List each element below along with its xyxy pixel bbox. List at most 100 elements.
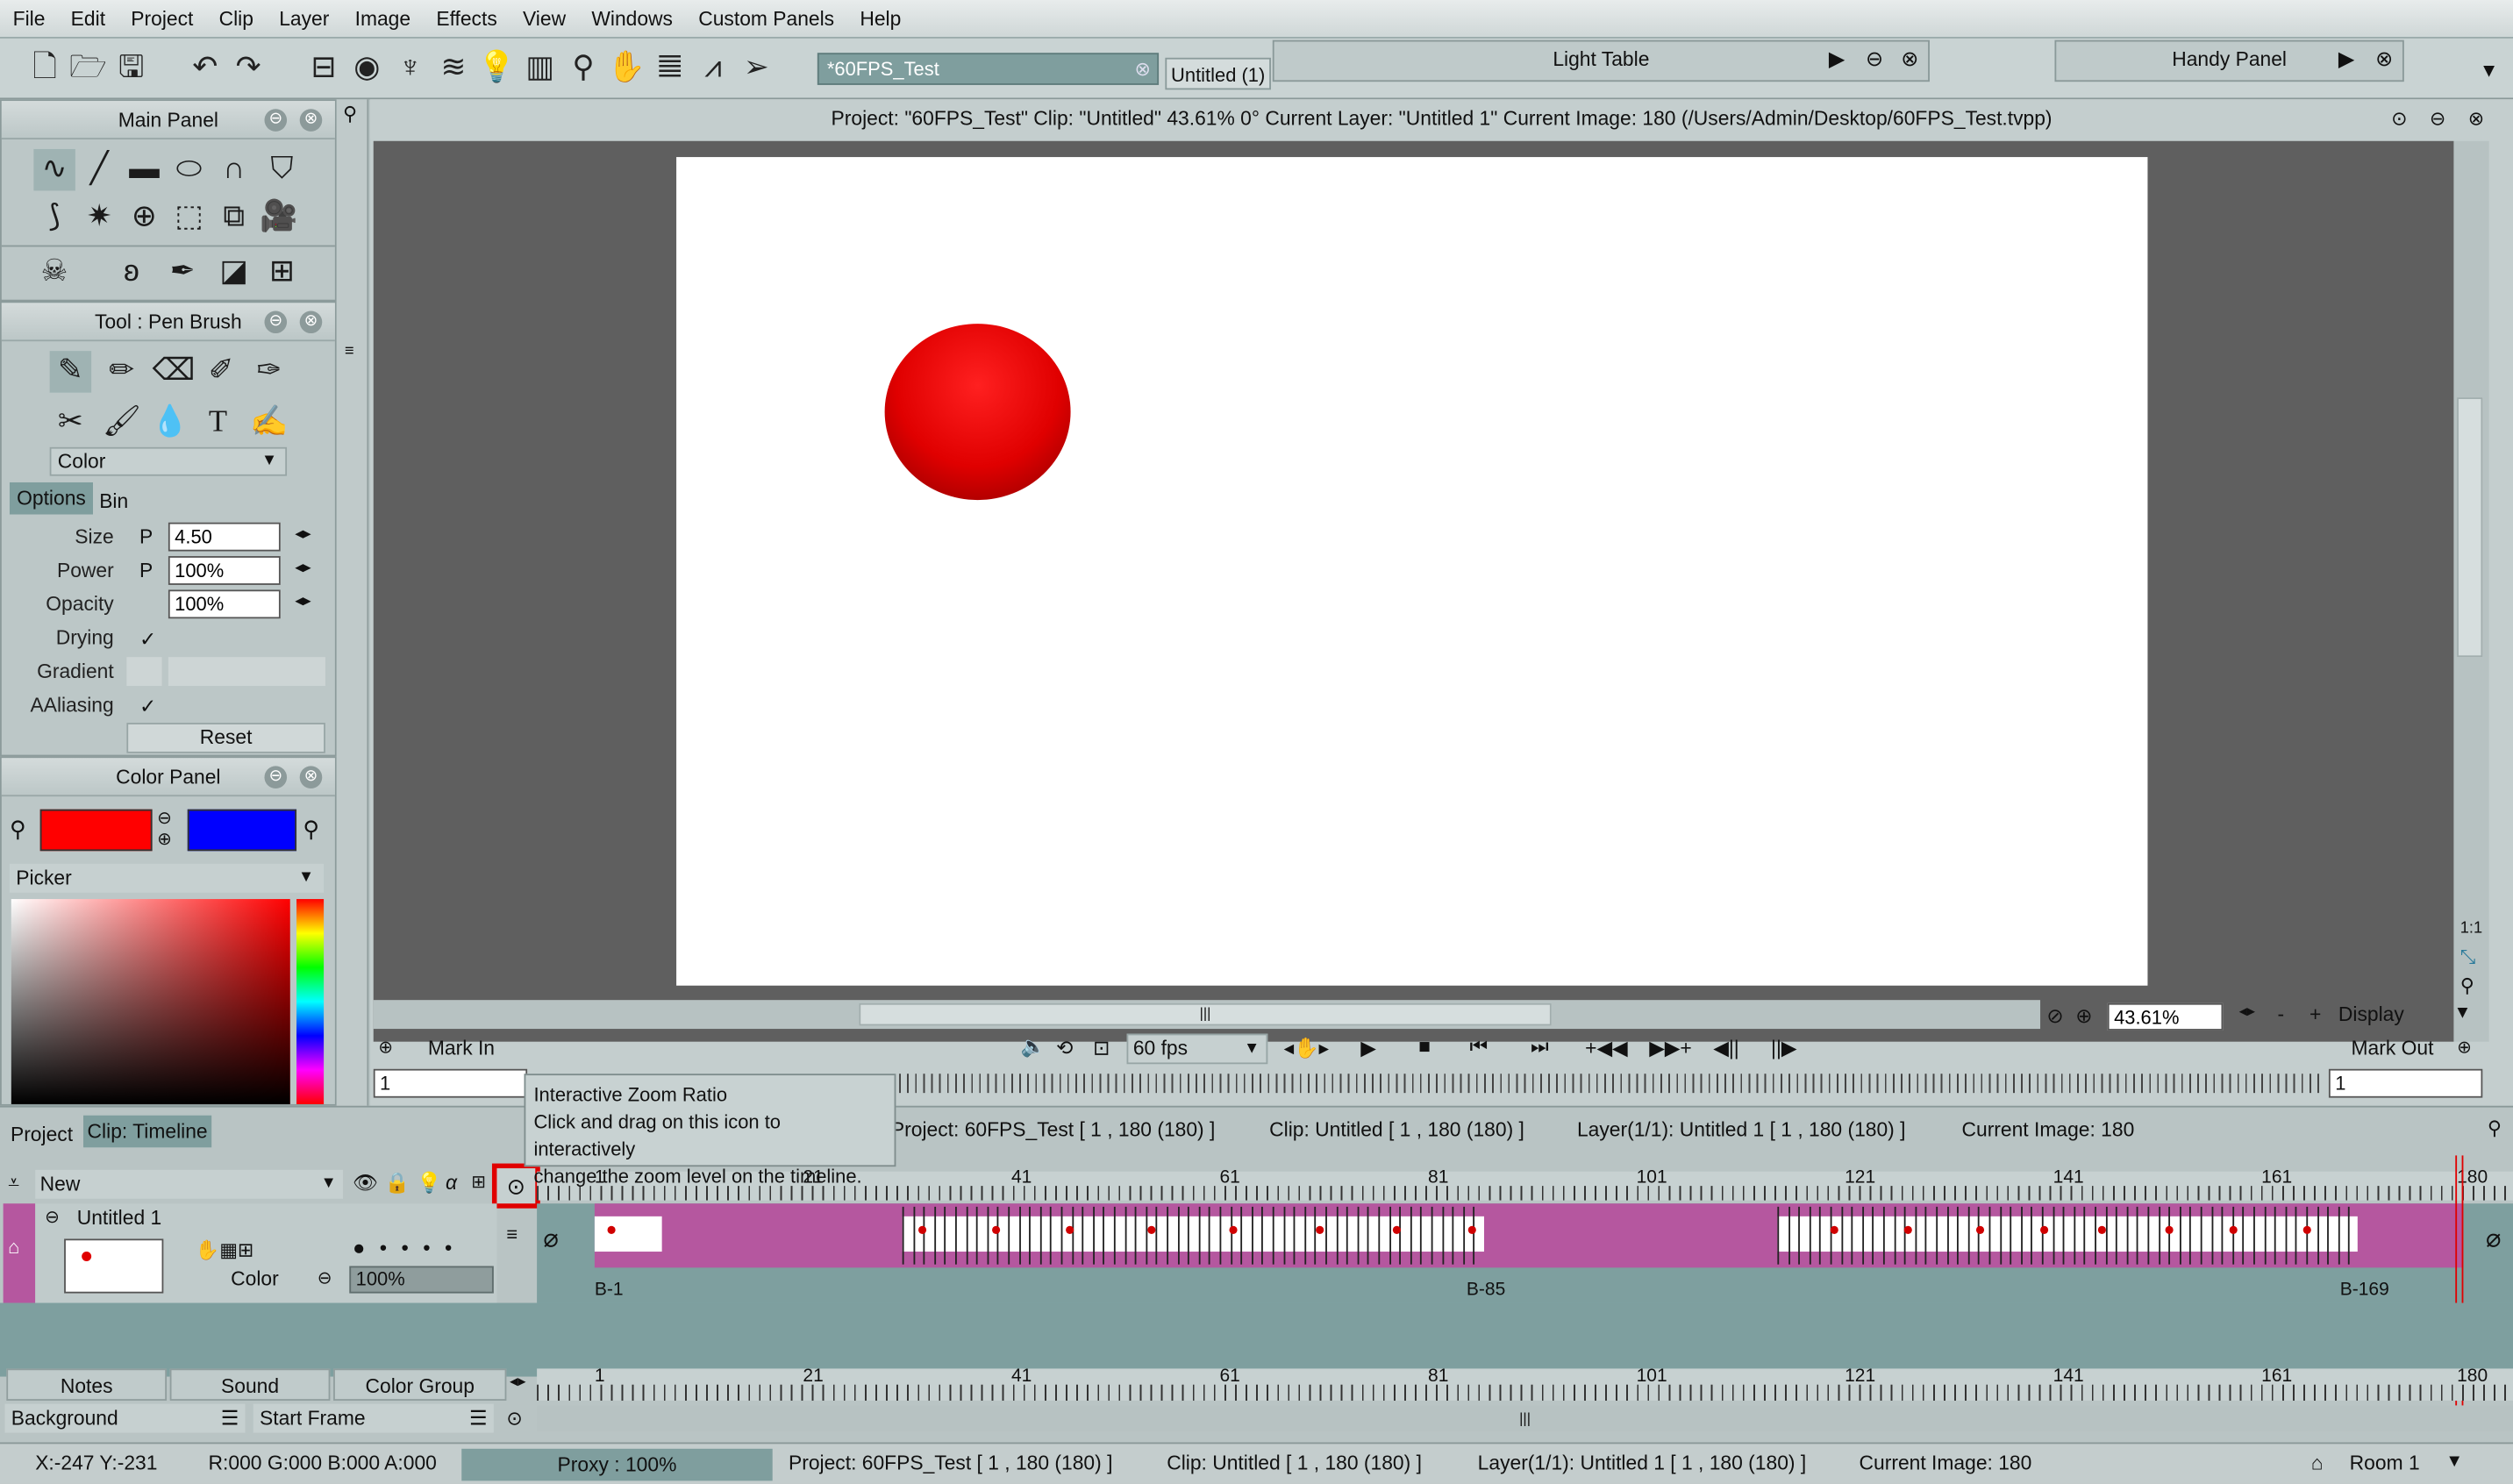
smudge-icon[interactable]: ✂: [50, 403, 92, 445]
layer-track[interactable]: [594, 1203, 2464, 1268]
chevron-down-icon[interactable]: ▼: [2445, 1452, 2463, 1471]
transform-icon[interactable]: ⧉: [213, 197, 255, 239]
menu-image[interactable]: Image: [342, 0, 424, 38]
close-icon[interactable]: ⊗: [2375, 42, 2393, 77]
opacity-input[interactable]: [168, 589, 281, 619]
color-gradient-picker[interactable]: [11, 899, 290, 1104]
crosshair-icon[interactable]: ⊕: [124, 197, 166, 239]
proxy-indicator[interactable]: Proxy : 100%: [461, 1448, 773, 1481]
water-drop-icon[interactable]: 💧: [149, 403, 191, 445]
empty-icon[interactable]: ⌀: [2486, 1223, 2502, 1255]
mark-out-icon[interactable]: ⊕: [2457, 1037, 2472, 1058]
mark-in-field[interactable]: 1: [373, 1068, 528, 1098]
layers-icon[interactable]: ≋: [434, 48, 473, 90]
menu-custom-panels[interactable]: Custom Panels: [686, 0, 847, 38]
fill-icon[interactable]: ⛉: [261, 149, 303, 191]
tab-options[interactable]: Options: [9, 482, 93, 515]
eyedropper-icon[interactable]: ⚲: [10, 816, 26, 843]
curve-icon[interactable]: ∩: [213, 149, 255, 191]
eyedropper-icon[interactable]: ⚲: [303, 816, 319, 843]
color-group-tab[interactable]: Color Group: [333, 1368, 507, 1401]
redo-icon[interactable]: ↷: [229, 48, 268, 90]
lock-icon[interactable]: 🔒: [385, 1172, 410, 1195]
sound-tab[interactable]: Sound: [169, 1368, 331, 1401]
marker-icon[interactable]: ✐: [200, 351, 242, 393]
layer-name[interactable]: Untitled 1: [77, 1207, 161, 1230]
previous-frame-icon[interactable]: ◀||: [1713, 1035, 1738, 1059]
minimize-icon[interactable]: ⊖: [2430, 99, 2445, 138]
special-brush-icon[interactable]: ✍: [248, 403, 290, 445]
clock-icon[interactable]: ⊙: [506, 1407, 522, 1430]
close-icon[interactable]: ⊗: [299, 310, 323, 334]
stepper-icon[interactable]: ◂▸: [295, 593, 311, 610]
close-icon[interactable]: ⊗: [2468, 99, 2484, 138]
power-input[interactable]: [168, 556, 281, 585]
mark-out-field[interactable]: 1: [2328, 1068, 2483, 1098]
notes-tab[interactable]: Notes: [6, 1368, 168, 1401]
size-input[interactable]: [168, 522, 281, 552]
close-icon[interactable]: ⊗: [1135, 54, 1151, 83]
lightbulb-icon[interactable]: 💡: [478, 48, 517, 90]
menu-effects[interactable]: Effects: [424, 0, 510, 38]
fast-forward-icon[interactable]: ▶▶+: [1649, 1035, 1691, 1059]
handy-panel[interactable]: Handy Panel ▶ ⊗: [2054, 39, 2404, 82]
picker-select[interactable]: Picker ▼: [9, 863, 325, 893]
brush-mode-select[interactable]: Color ▼: [49, 446, 288, 476]
stepper-icon[interactable]: ◂▸: [295, 525, 311, 543]
lasso-icon[interactable]: ⟆: [33, 197, 75, 239]
exposure-segment[interactable]: [1777, 1216, 2358, 1252]
start-frame-select[interactable]: Start Frame ☰: [253, 1403, 494, 1433]
new-layer-select[interactable]: New ▼: [35, 1169, 344, 1199]
grid-icon[interactable]: ⊞: [261, 252, 303, 294]
layer-opacity-slider[interactable]: 100%: [349, 1266, 494, 1294]
menu-help[interactable]: Help: [847, 0, 914, 38]
alpha-icon[interactable]: α: [446, 1172, 457, 1195]
drawing-canvas[interactable]: [676, 157, 2148, 986]
zoom-out-button[interactable]: -: [2277, 1003, 2284, 1026]
pin-icon[interactable]: ⚲: [2488, 1117, 2502, 1140]
clip-tab[interactable]: Untitled (1): [1165, 57, 1271, 90]
chevron-down-icon[interactable]: ▼: [2453, 1003, 2471, 1023]
play-icon[interactable]: ▶: [1360, 1035, 1376, 1059]
toolbox-icon[interactable]: ⊟: [304, 48, 343, 90]
color-wheel-icon[interactable]: ◉: [348, 48, 387, 90]
pen-tool-icon[interactable]: ✒: [162, 252, 204, 294]
zoom-input[interactable]: [2107, 1002, 2224, 1031]
close-icon[interactable]: ⊗: [299, 109, 323, 132]
open-folder-icon[interactable]: 🗁: [69, 48, 108, 90]
room-select[interactable]: Room 1: [2350, 1452, 2420, 1474]
menu-project[interactable]: Project: [118, 0, 206, 38]
center-icon[interactable]: ⊕: [2075, 1003, 2092, 1028]
last-frame-icon[interactable]: ⏭: [1531, 1035, 1549, 1059]
chevron-down-icon[interactable]: ▼: [2473, 54, 2505, 87]
layer-header[interactable]: ⊖ Untitled 1 ✋▦⊞ ●•••• Color ⊖ 100%: [35, 1203, 497, 1303]
minimize-icon[interactable]: ⊖: [264, 109, 288, 132]
menu-file[interactable]: File: [0, 0, 58, 38]
hue-slider[interactable]: [296, 899, 325, 1104]
project-tab[interactable]: *60FPS_Test ⊗: [817, 53, 1160, 85]
exposure-segment[interactable]: [594, 1216, 662, 1252]
menu-view[interactable]: View: [510, 0, 578, 38]
shape-icon[interactable]: ◪: [213, 252, 255, 294]
lock-icon[interactable]: ⚲: [2460, 974, 2474, 997]
timeline-scrollbar[interactable]: |||: [537, 1405, 2513, 1431]
stepper-icon[interactable]: ◂▸: [295, 560, 311, 577]
bottom-ruler[interactable]: 1 21 41 61 81 101 121 141 161 180: [537, 1367, 2513, 1401]
collapse-icon[interactable]: ⊖: [45, 1207, 60, 1228]
library-icon[interactable]: 𝍤: [651, 48, 689, 90]
brush-panel-icon[interactable]: ♆: [391, 48, 430, 90]
loop-icon[interactable]: ⟲: [1056, 1035, 1073, 1059]
send-icon[interactable]: ➢: [738, 48, 776, 90]
hand-icon[interactable]: ✋: [608, 48, 646, 90]
menu-edit[interactable]: Edit: [58, 0, 118, 38]
panel-splitter[interactable]: ⚲ ≡: [336, 99, 369, 1106]
zoom-in-button[interactable]: +: [2310, 1003, 2321, 1026]
safe-area-icon[interactable]: ⊡: [1093, 1035, 1110, 1059]
first-frame-icon[interactable]: ⏮: [1470, 1035, 1489, 1059]
mark-in-icon[interactable]: ⊕: [378, 1037, 393, 1058]
track-area[interactable]: ⌀ B-1 B-85 B-169 ⌀: [537, 1203, 2513, 1303]
airbrush-icon[interactable]: ✑: [248, 351, 290, 393]
swap-colors-icon[interactable]: ⊖ ⊕: [157, 810, 172, 852]
gradient-preview[interactable]: [168, 657, 325, 687]
hand-icon[interactable]: ◂✋▸: [1284, 1035, 1329, 1060]
